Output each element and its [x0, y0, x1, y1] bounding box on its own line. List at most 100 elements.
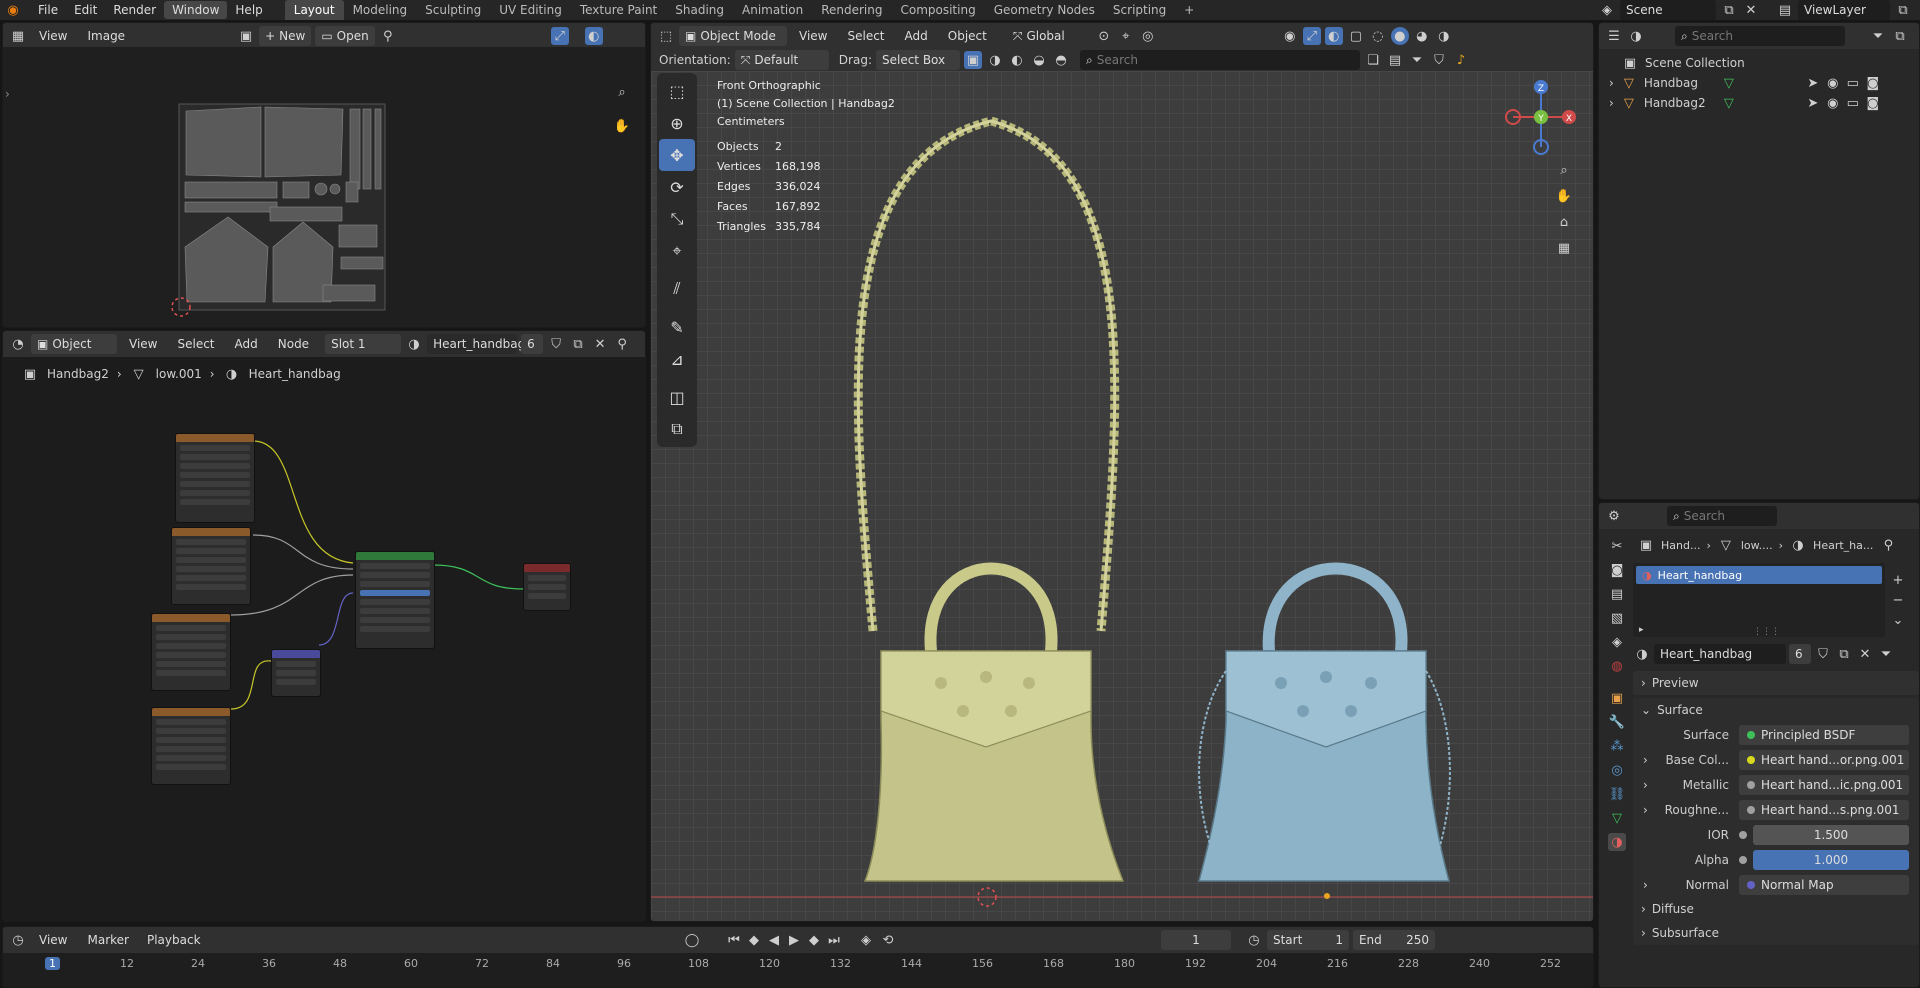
viewport-menu-object[interactable]: Object — [940, 25, 995, 47]
editor-type-icon[interactable]: ◔ — [9, 335, 27, 353]
menu-file[interactable]: File — [30, 0, 66, 21]
viewlayer-icon[interactable]: ▤ — [1776, 1, 1794, 19]
tab-animation[interactable]: Animation — [733, 0, 812, 20]
editor-type-icon[interactable]: ◷ — [9, 931, 27, 949]
record-icon[interactable]: ◯ — [683, 931, 701, 949]
handbag-2[interactable] — [1198, 562, 1451, 900]
uv-sidebar-toggle[interactable]: › — [5, 87, 10, 101]
material-output-node[interactable] — [523, 563, 571, 611]
data-tab-icon[interactable]: ▽ — [1608, 809, 1626, 827]
object-mode-dropdown[interactable]: ▣ Object — [31, 334, 117, 354]
node-canvas[interactable]: ▣ Handbag2 › ▽ low.001 › ◑ Heart_handbag — [3, 357, 645, 921]
node-menu-view[interactable]: View — [121, 333, 165, 355]
uv-overlay-toggle-icon[interactable]: ◐ — [584, 27, 603, 45]
preview-range-icon[interactable]: ◷ — [1245, 931, 1263, 949]
scene-tab-icon[interactable]: ◈ — [1608, 633, 1626, 651]
viewport-canvas[interactable]: ⬚ ⊕ ✥ ⟳ ⤡ ⌖ ⫽ ✎ ⊿ ◫ ⧉ Front Orthographic… — [651, 71, 1593, 921]
node-menu-select[interactable]: Select — [169, 333, 222, 355]
view-layer-tab-icon[interactable]: ▧ — [1608, 609, 1626, 627]
start-frame-field[interactable]: Start 1 — [1266, 930, 1349, 950]
eye-icon[interactable]: ◉ — [1824, 94, 1842, 112]
expand-arrow-icon[interactable]: › — [1609, 76, 1614, 90]
tab-texture-paint[interactable]: Texture Paint — [571, 0, 666, 20]
select-mode-set-icon[interactable]: ▣ — [963, 51, 982, 69]
tab-geometry-nodes[interactable]: Geometry Nodes — [985, 0, 1104, 20]
add-slot-icon[interactable]: + — [1889, 571, 1907, 589]
constraints-tab-icon[interactable]: ⛓ — [1608, 785, 1626, 803]
image-texture-node-metallic[interactable] — [171, 527, 251, 605]
eye-icon[interactable]: ◉ — [1824, 74, 1842, 92]
alpha-slider[interactable]: 1.000 — [1753, 849, 1909, 870]
perspective-toggle-icon[interactable]: ▦ — [1555, 239, 1573, 257]
tab-scripting[interactable]: Scripting — [1104, 0, 1175, 20]
editor-type-icon[interactable]: ⚙ — [1605, 507, 1623, 525]
object-tab-icon[interactable]: ▣ — [1608, 689, 1626, 707]
select-toggle-icon[interactable]: ➤ — [1804, 74, 1822, 92]
next-keyframe-icon[interactable]: ◆ — [805, 931, 823, 949]
viewport-menu-add[interactable]: Add — [897, 25, 936, 47]
link-type-icon[interactable]: ⏷ — [1877, 645, 1895, 663]
section-diffuse[interactable]: › Diffuse — [1633, 897, 1919, 921]
viewport-menu-view[interactable]: View — [791, 25, 835, 47]
tool-tab-icon[interactable]: ✂ — [1608, 537, 1626, 555]
node-menu-node[interactable]: Node — [270, 333, 317, 355]
snap-icon[interactable]: ⌖ — [1117, 27, 1135, 45]
shield-icon[interactable]: ⛉ — [1430, 51, 1448, 69]
notification-bell-icon[interactable]: ♪ — [1452, 51, 1470, 69]
tab-modeling[interactable]: Modeling — [344, 0, 417, 20]
image-texture-node-roughness[interactable] — [151, 613, 231, 691]
overlay-toggle-icon[interactable]: ◐ — [1324, 27, 1343, 45]
expand-arrow-icon[interactable]: › — [1643, 878, 1655, 892]
section-subsurface[interactable]: › Subsurface — [1633, 921, 1919, 945]
section-surface-header[interactable]: ⌄ Surface — [1633, 698, 1919, 722]
image-texture-node-normal[interactable] — [151, 707, 231, 785]
metallic-input-field[interactable]: Heart hand...ic.png.001 — [1739, 774, 1909, 795]
pan-hand-icon[interactable]: ✋ — [1555, 187, 1573, 205]
fake-user-icon[interactable]: ⛉ — [547, 335, 565, 353]
viewport-menu-select[interactable]: Select — [839, 25, 892, 47]
slot-dropdown[interactable]: Slot 1 — [325, 334, 402, 354]
tab-uv-editing[interactable]: UV Editing — [490, 0, 571, 20]
delete-scene-icon[interactable]: ✕ — [1742, 1, 1760, 19]
zoom-icon[interactable]: ⌕ — [1555, 161, 1573, 179]
xray-toggle-icon[interactable]: ▢ — [1347, 27, 1365, 45]
image-browse-icon[interactable]: ▣ — [237, 27, 255, 45]
scene-name-field[interactable]: Scene — [1620, 0, 1716, 20]
navigation-gizmo[interactable]: Z Y X — [1501, 77, 1581, 157]
principled-bsdf-node[interactable] — [355, 551, 435, 649]
new-viewlayer-icon[interactable]: ⧉ — [1894, 1, 1912, 19]
play-icon[interactable]: ▶ — [785, 931, 803, 949]
viewport-search-field[interactable]: ⌕ Search — [1079, 50, 1360, 70]
camera-icon[interactable]: ◙ — [1864, 74, 1882, 92]
node-menu-add[interactable]: Add — [227, 333, 266, 355]
select-mode-subtract-icon[interactable]: ◐ — [1008, 51, 1026, 69]
editor-type-icon[interactable]: ⬚ — [657, 27, 675, 45]
scene-icon[interactable]: ◈ — [1598, 1, 1616, 19]
menu-help[interactable]: Help — [227, 0, 270, 21]
end-frame-field[interactable]: End 250 — [1352, 930, 1435, 950]
orientation-default-dropdown[interactable]: ⤧ Default — [734, 50, 829, 70]
menu-render[interactable]: Render — [105, 0, 164, 21]
normal-map-node[interactable] — [271, 649, 321, 697]
select-mode-invert-icon[interactable]: ◒ — [1030, 51, 1048, 69]
expand-arrow-icon[interactable]: › — [1643, 753, 1655, 767]
tree-row-handbag2[interactable]: › ▽ Handbag2 ▽ ➤ ◉ ▭ ◙ — [1607, 93, 1911, 113]
expand-arrow-icon[interactable]: › — [1643, 803, 1655, 817]
pin-icon[interactable]: ⚲ — [1879, 536, 1897, 554]
unlink-material-icon[interactable]: ✕ — [591, 335, 609, 353]
viewlayer-name-field[interactable]: ViewLayer — [1798, 0, 1890, 20]
layout-icon[interactable]: ▤ — [1386, 51, 1404, 69]
menu-edit[interactable]: Edit — [66, 0, 105, 21]
properties-search-field[interactable]: ⌕ Search — [1667, 506, 1777, 526]
expand-arrow-icon[interactable]: › — [1643, 778, 1655, 792]
new-image-button[interactable]: + New — [259, 26, 312, 46]
menu-window[interactable]: Window — [164, 1, 228, 19]
open-image-button[interactable]: ▭ Open — [315, 26, 375, 46]
roughness-input-field[interactable]: Heart hand...s.png.001 — [1739, 799, 1909, 820]
new-scene-icon[interactable]: ⧉ — [1720, 1, 1738, 19]
uv-menu-view[interactable]: View — [31, 25, 75, 47]
uv-canvas[interactable]: ⌕ ✋ › — [3, 47, 645, 327]
keying-icon[interactable]: ◈ — [857, 931, 875, 949]
material-browse-icon[interactable]: ◑ — [1633, 645, 1651, 663]
rendered-shading-icon[interactable]: ◑ — [1435, 27, 1453, 45]
